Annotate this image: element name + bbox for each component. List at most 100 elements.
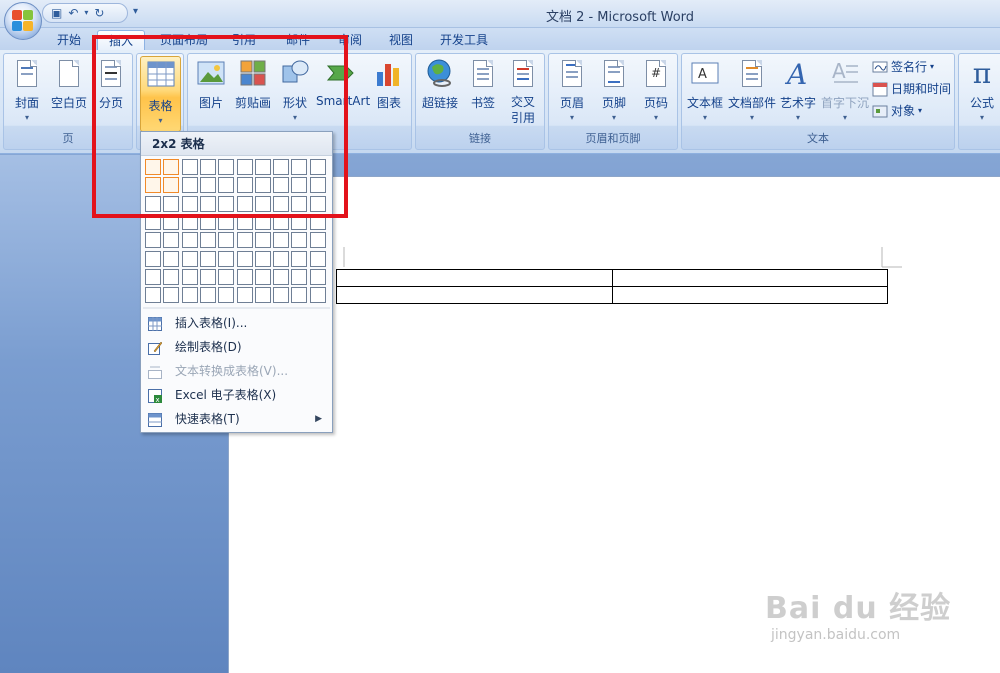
page-number-button[interactable]: # 页码 ▾ [635, 58, 677, 130]
tab-developer[interactable]: 开发工具 [434, 30, 494, 50]
grid-cell[interactable] [273, 268, 290, 285]
chevron-down-icon: ▾ [979, 113, 984, 122]
grid-cell[interactable] [273, 232, 290, 249]
blank-page-button[interactable]: 空白页 [48, 58, 90, 130]
drop-cap-button[interactable]: A 首字下沉 ▾ [820, 58, 870, 130]
grid-cell[interactable] [181, 287, 198, 304]
excel-icon: x [148, 388, 162, 404]
cross-reference-icon [508, 58, 538, 90]
grid-cell[interactable] [181, 268, 198, 285]
grid-cell[interactable] [309, 232, 326, 249]
grid-cell[interactable] [309, 250, 326, 267]
grid-cell[interactable] [145, 250, 161, 267]
chart-icon [374, 58, 404, 90]
cover-page-icon [12, 58, 42, 90]
quick-parts-icon [737, 58, 767, 90]
quick-tables-item[interactable]: 快速表格(T) ▶ [143, 408, 330, 430]
chevron-down-icon: ▾ [930, 62, 935, 71]
table-row [336, 286, 888, 304]
convert-text-to-table-item[interactable]: 文本转换成表格(V)... [143, 360, 330, 382]
grid-cell[interactable] [199, 232, 216, 249]
window-title: 文档 2 - Microsoft Word [545, 10, 695, 25]
cover-page-button[interactable]: 封面 ▾ [6, 58, 48, 130]
header-button[interactable]: 页眉 ▾ [551, 58, 593, 130]
grid-cell[interactable] [254, 268, 271, 285]
baidu-watermark: Bai du 经验 jingyan.baidu.com [765, 565, 965, 655]
footer-button[interactable]: 页脚 ▾ [593, 58, 635, 130]
date-time-button[interactable]: 日期和时间 [872, 79, 951, 99]
excel-spreadsheet-item[interactable]: x Excel 电子表格(X) [143, 384, 330, 406]
table-cell[interactable] [336, 286, 613, 304]
chevron-down-icon: ▾ [653, 113, 658, 122]
grid-cell[interactable] [163, 287, 180, 304]
grid-cell[interactable] [291, 287, 308, 304]
grid-cell[interactable] [236, 268, 253, 285]
equation-button[interactable]: π 公式 ▾ [961, 58, 1000, 130]
group-label-header-footer: 页眉和页脚 [585, 132, 641, 145]
grid-cell[interactable] [199, 268, 216, 285]
insert-table-icon [148, 316, 162, 331]
draw-table-item[interactable]: 绘制表格(D) [143, 336, 330, 358]
insert-table-item[interactable]: 插入表格(I)... [143, 312, 330, 334]
grid-cell[interactable] [236, 250, 253, 267]
grid-cell[interactable] [291, 268, 308, 285]
grid-cell[interactable] [163, 250, 180, 267]
grid-cell[interactable] [218, 287, 235, 304]
tab-home[interactable]: 开始 [48, 30, 90, 50]
grid-cell[interactable] [145, 268, 161, 285]
cross-reference-button[interactable]: 交叉引用 [502, 58, 544, 130]
office-button[interactable] [4, 2, 42, 40]
hyperlink-button[interactable]: 超链接 [418, 58, 462, 130]
grid-cell[interactable] [273, 287, 290, 304]
chevron-down-icon: ▾ [611, 113, 616, 122]
grid-cell[interactable] [181, 232, 198, 249]
text-box-button[interactable]: A 文本框 ▾ [684, 58, 726, 130]
grid-cell[interactable] [273, 250, 290, 267]
chevron-down-icon: ▾ [569, 113, 574, 122]
quick-parts-button[interactable]: 文档部件 ▾ [728, 58, 776, 130]
pencil-icon [148, 340, 163, 355]
calendar-icon [872, 81, 888, 97]
svg-text:A: A [698, 67, 707, 82]
menu-separator [143, 307, 330, 309]
table-cell[interactable] [611, 286, 888, 304]
table-cell[interactable] [611, 269, 888, 287]
document-table[interactable] [336, 269, 888, 304]
wordart-icon: A [783, 58, 813, 91]
grid-cell[interactable] [236, 287, 253, 304]
page-number-icon: # [641, 58, 671, 90]
wordart-button[interactable]: A 艺术字 ▾ [778, 58, 818, 130]
chevron-down-icon: ▾ [918, 106, 923, 115]
signature-icon [872, 59, 888, 75]
table-cell[interactable] [336, 269, 613, 287]
chevron-down-icon: ▾ [24, 113, 29, 122]
grid-cell[interactable] [291, 232, 308, 249]
chevron-down-icon: ▾ [842, 113, 847, 122]
grid-cell[interactable] [309, 268, 326, 285]
bookmark-button[interactable]: 书签 [462, 58, 504, 130]
grid-cell[interactable] [199, 287, 216, 304]
chart-button[interactable]: 图表 [368, 58, 410, 130]
grid-cell[interactable] [218, 250, 235, 267]
grid-cell[interactable] [181, 250, 198, 267]
grid-cell[interactable] [254, 232, 271, 249]
grid-cell[interactable] [199, 250, 216, 267]
grid-cell[interactable] [254, 250, 271, 267]
grid-cell[interactable] [309, 287, 326, 304]
tab-view[interactable]: 视图 [381, 30, 421, 50]
grid-cell[interactable] [218, 268, 235, 285]
grid-cell[interactable] [236, 232, 253, 249]
grid-cell[interactable] [163, 268, 180, 285]
grid-cell[interactable] [163, 232, 180, 249]
grid-cell[interactable] [218, 232, 235, 249]
office-logo-icon [12, 10, 34, 32]
grid-cell[interactable] [145, 287, 161, 304]
header-icon [557, 58, 587, 90]
grid-cell[interactable] [291, 250, 308, 267]
signature-line-button[interactable]: 签名行 ▾ [872, 57, 934, 77]
chevron-down-icon: ▾ [749, 113, 754, 122]
grid-cell[interactable] [145, 232, 161, 249]
table-row [336, 269, 888, 287]
grid-cell[interactable] [254, 287, 271, 304]
object-button[interactable]: 对象 ▾ [872, 101, 922, 121]
